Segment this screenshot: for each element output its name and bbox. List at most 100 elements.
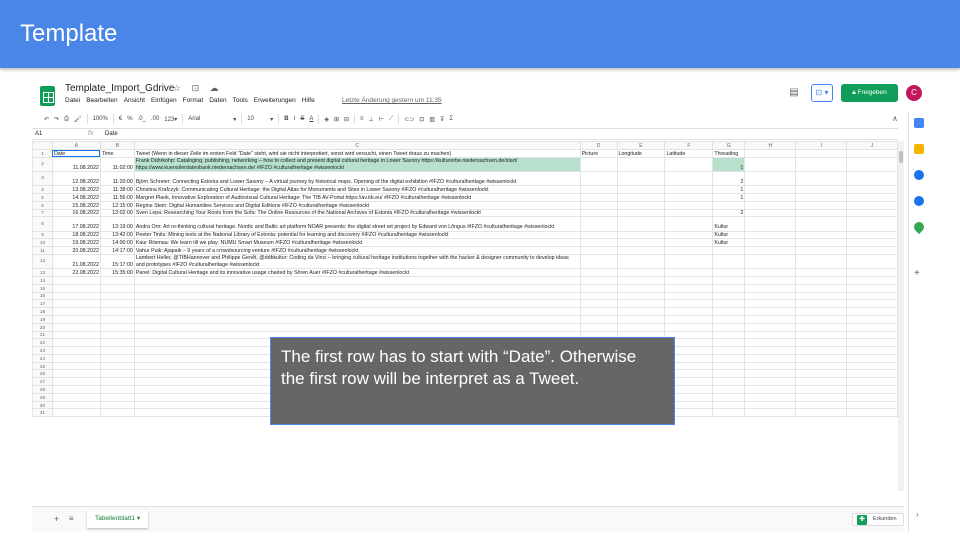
cell[interactable] <box>51 322 101 332</box>
cell-tweet[interactable]: Peeter Tinits: Mining texts at the Natio… <box>133 230 581 240</box>
row-number[interactable]: 14 <box>32 275 53 285</box>
cell[interactable] <box>744 392 797 402</box>
zoom-select[interactable]: 100% <box>93 116 108 122</box>
cell[interactable] <box>712 322 746 332</box>
cell[interactable] <box>846 246 898 255</box>
cell[interactable] <box>846 385 898 394</box>
select-all-corner[interactable] <box>32 141 53 150</box>
cell-picture[interactable] <box>579 208 618 218</box>
cell-picture[interactable] <box>579 230 618 240</box>
cell-date[interactable]: 16.08.2022 <box>51 208 101 218</box>
cell[interactable] <box>795 408 848 418</box>
cell[interactable] <box>846 283 898 293</box>
cell[interactable] <box>795 156 848 172</box>
cell[interactable] <box>616 283 666 293</box>
cell-longitude[interactable] <box>616 246 666 255</box>
cell[interactable] <box>99 338 135 348</box>
cell[interactable] <box>133 299 581 309</box>
row-number[interactable]: 17 <box>32 299 53 309</box>
cell[interactable] <box>99 307 135 316</box>
cell[interactable] <box>795 149 848 158</box>
cell[interactable] <box>51 330 101 340</box>
cell[interactable] <box>664 307 714 316</box>
cell[interactable] <box>846 230 898 240</box>
cell[interactable] <box>712 307 746 316</box>
cell-date[interactable]: 13.08.2022 <box>51 185 101 194</box>
menu-item-einfuegen[interactable]: Einfügen <box>151 97 177 104</box>
cell[interactable] <box>846 185 898 194</box>
paint-format-icon[interactable]: 🖌︎ <box>74 116 82 123</box>
cell[interactable] <box>744 275 797 285</box>
strikethrough-icon[interactable]: S <box>300 116 304 122</box>
row-number[interactable]: 19 <box>32 314 53 324</box>
cell[interactable] <box>846 291 898 301</box>
row-number[interactable]: 12 <box>32 253 53 270</box>
cell[interactable] <box>795 377 848 387</box>
row-number[interactable]: 22 <box>32 338 53 348</box>
cell[interactable] <box>133 283 581 293</box>
cell-latitude[interactable] <box>664 185 714 194</box>
cell[interactable] <box>744 149 797 158</box>
cell[interactable] <box>795 361 848 371</box>
cell[interactable] <box>744 216 797 232</box>
cell-threading[interactable]: 1 <box>712 192 746 202</box>
cell-picture[interactable] <box>579 253 618 270</box>
row-number[interactable]: 18 <box>32 307 53 316</box>
cell-longitude[interactable] <box>616 192 666 202</box>
cell[interactable] <box>51 385 101 394</box>
functions-icon[interactable]: Σ <box>449 116 453 122</box>
currency-format-button[interactable]: € <box>119 116 122 122</box>
cell-date[interactable]: 15.08.2022 <box>51 200 101 210</box>
cell[interactable] <box>712 400 746 410</box>
last-edit-link[interactable]: Letzte Änderung gestern um 11:35 <box>342 97 442 104</box>
cell[interactable] <box>51 377 101 387</box>
cell-tweet[interactable]: Björn Schreier: Connecting Estonia and L… <box>133 170 581 187</box>
row-number[interactable]: 31 <box>32 408 53 418</box>
cell[interactable] <box>846 392 898 402</box>
cell-tweet[interactable]: Sven Lepa: Researching Your Roots from t… <box>133 208 581 218</box>
cell-latitude[interactable] <box>664 246 714 255</box>
cell[interactable] <box>795 369 848 379</box>
cell-tweet[interactable]: Lambert Heller, @TIBHannover and Philipp… <box>133 253 581 270</box>
cell-threading[interactable]: 1 <box>712 156 746 172</box>
cell[interactable] <box>712 283 746 293</box>
cell[interactable] <box>846 275 898 285</box>
row-number[interactable]: 7 <box>32 208 53 218</box>
avatar[interactable]: C <box>906 85 922 101</box>
cell-date[interactable]: 11.08.2022 <box>51 156 101 172</box>
cell[interactable] <box>846 338 898 348</box>
cell-threading[interactable] <box>712 200 746 210</box>
cell[interactable] <box>99 322 135 332</box>
undo-icon[interactable]: ↶ <box>44 116 49 123</box>
cell[interactable] <box>712 369 746 379</box>
formula-input[interactable]: Date <box>105 131 118 137</box>
cell[interactable] <box>795 385 848 394</box>
cell[interactable] <box>99 299 135 309</box>
cell[interactable] <box>51 307 101 316</box>
cell[interactable] <box>51 314 101 324</box>
cell-time[interactable]: 14:17:00 <box>99 246 135 255</box>
menu-item-bearbeiten[interactable]: Bearbeiten <box>86 97 117 104</box>
cell-threading[interactable]: 1 <box>712 185 746 194</box>
cell[interactable] <box>51 408 101 418</box>
cell-latitude[interactable] <box>664 208 714 218</box>
menu-item-daten[interactable]: Daten <box>209 97 226 104</box>
cell[interactable] <box>133 322 581 332</box>
cell-threading[interactable] <box>712 268 746 277</box>
column-header-a[interactable]: A <box>51 141 101 150</box>
menu-item-hilfe[interactable]: Hilfe <box>302 97 315 104</box>
cell-picture[interactable] <box>579 200 618 210</box>
cell[interactable] <box>712 275 746 285</box>
all-sheets-icon[interactable]: ≡ <box>69 514 74 523</box>
cell-latitude[interactable] <box>664 200 714 210</box>
column-header-f[interactable]: F <box>664 141 714 150</box>
cell[interactable] <box>99 330 135 340</box>
cell[interactable] <box>744 170 797 187</box>
cell[interactable] <box>744 253 797 270</box>
cell[interactable] <box>795 330 848 340</box>
cell-longitude[interactable] <box>616 238 666 248</box>
cell[interactable] <box>744 377 797 387</box>
cell[interactable] <box>51 361 101 371</box>
column-header-c[interactable]: C <box>133 141 581 150</box>
cell[interactable] <box>744 385 797 394</box>
